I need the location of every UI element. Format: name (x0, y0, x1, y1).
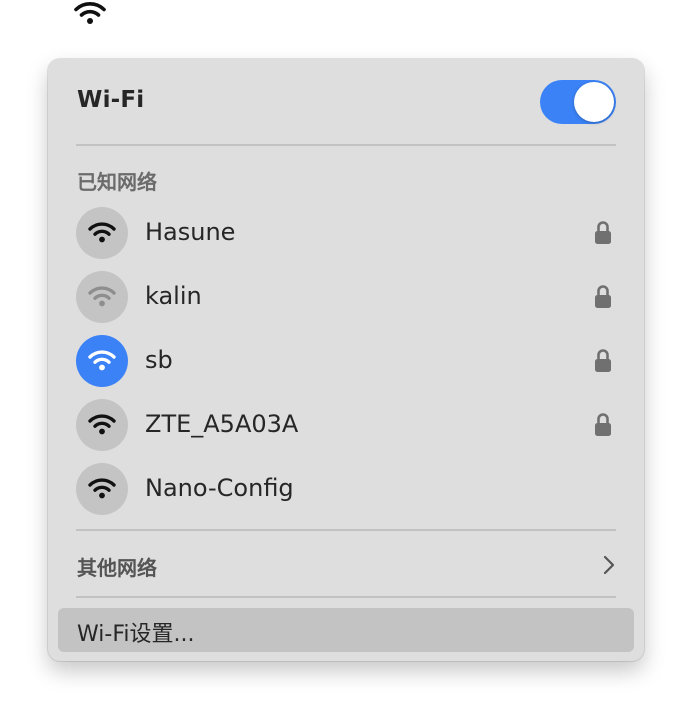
menubar-wifi-icon[interactable] (71, 0, 109, 28)
wifi-signal-icon (76, 207, 128, 259)
lock-icon (594, 411, 612, 439)
toggle-knob (574, 82, 614, 122)
network-row[interactable]: sb (58, 329, 634, 393)
lock-icon (594, 347, 612, 375)
wifi-signal-icon (76, 463, 128, 515)
wifi-settings-button[interactable]: Wi-Fi设置... (58, 608, 634, 652)
known-networks-label: 已知网络 (77, 170, 157, 194)
wifi-menu-panel: Wi-Fi 已知网络 Hasune kalin sb ZTE_A5A03A Nano-C… (48, 59, 644, 661)
other-networks-row[interactable]: 其他网络 (58, 532, 634, 596)
network-name: ZTE_A5A03A (145, 410, 299, 438)
divider (76, 529, 616, 531)
lock-icon (594, 283, 612, 311)
wifi-signal-icon (76, 399, 128, 451)
network-row[interactable]: Nano-Config (58, 457, 634, 521)
wifi-signal-icon (76, 335, 128, 387)
network-row[interactable]: Hasune (58, 201, 634, 265)
network-name: sb (145, 346, 173, 374)
chevron-right-icon (603, 555, 615, 575)
lock-icon (594, 219, 612, 247)
network-name: Hasune (145, 218, 236, 246)
wifi-toggle[interactable] (540, 80, 616, 124)
wifi-header: Wi-Fi (48, 59, 644, 145)
panel-title: Wi-Fi (77, 87, 145, 113)
network-row[interactable]: ZTE_A5A03A (58, 393, 634, 457)
divider (76, 144, 616, 146)
network-name: kalin (145, 282, 202, 310)
network-name: Nano-Config (145, 474, 294, 502)
other-networks-label: 其他网络 (77, 556, 157, 580)
network-row[interactable]: kalin (58, 265, 634, 329)
wifi-signal-icon (76, 271, 128, 323)
divider (76, 596, 616, 598)
wifi-settings-label: Wi-Fi设置... (77, 622, 195, 647)
